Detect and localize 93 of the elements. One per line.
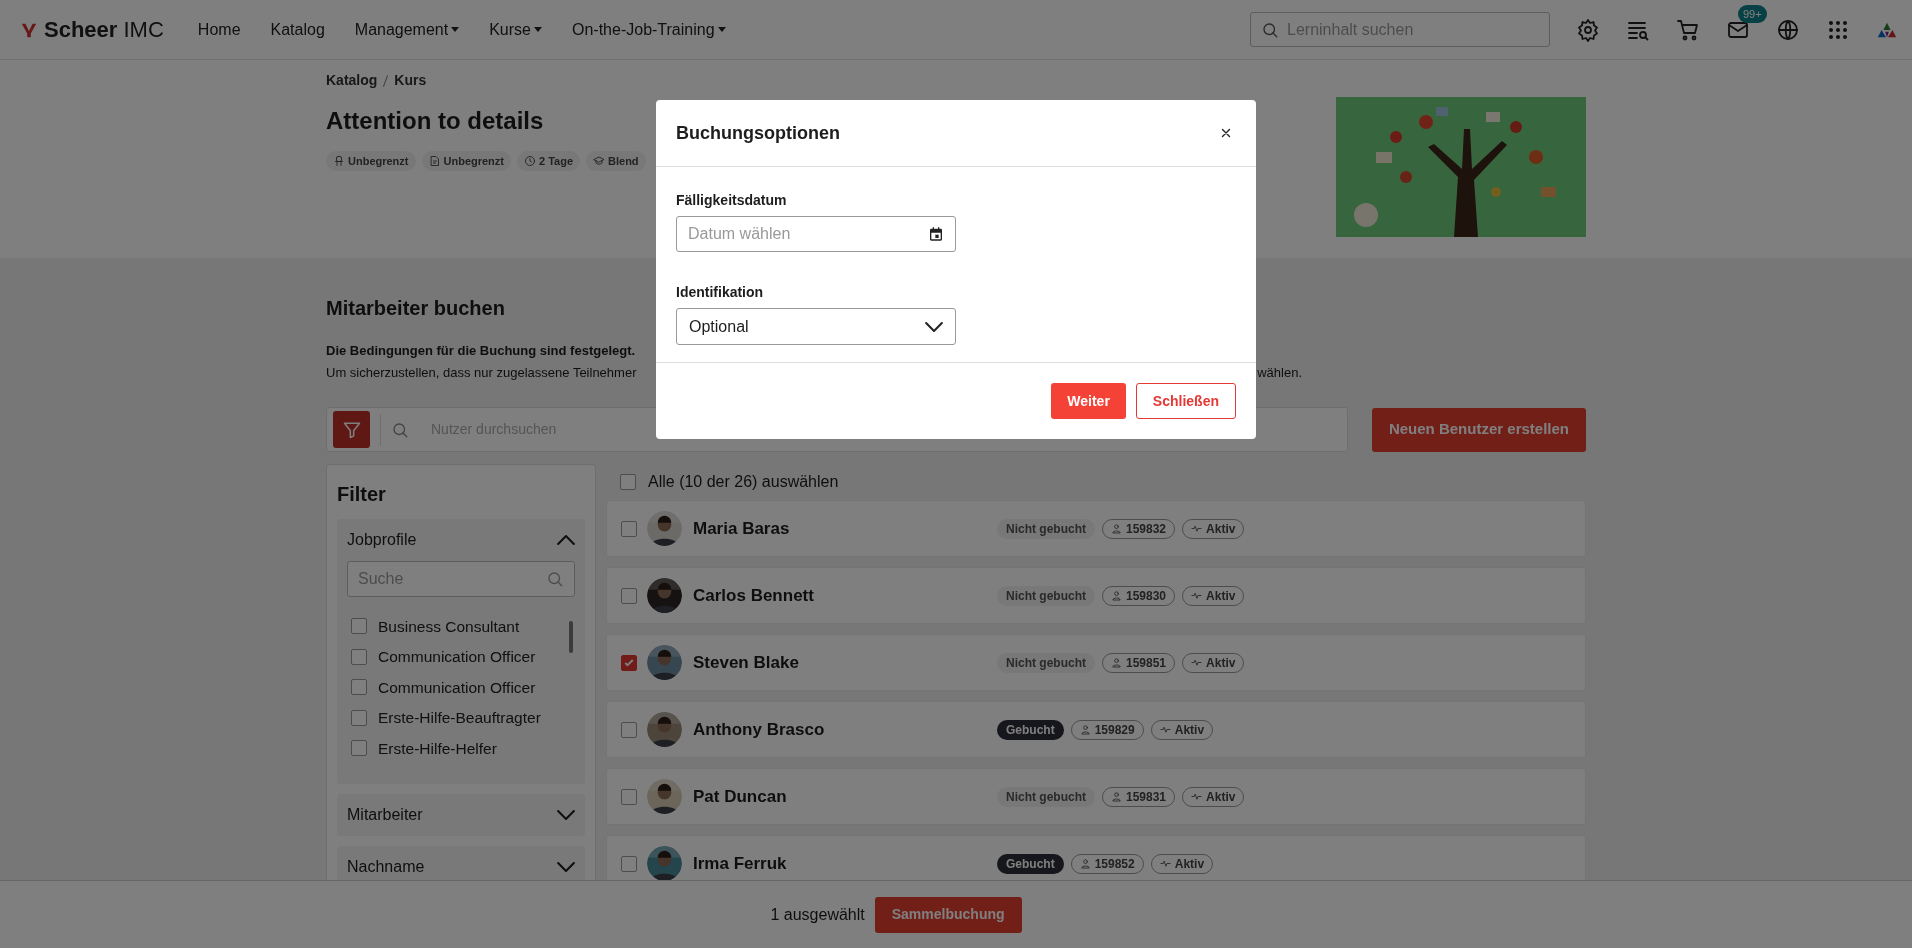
pulse-icon xyxy=(1191,523,1203,534)
checkbox[interactable] xyxy=(351,679,367,696)
checkbox[interactable] xyxy=(621,587,637,604)
filter-title: Filter xyxy=(337,482,387,507)
status-badge: Gebucht xyxy=(997,719,1064,740)
filter-option[interactable]: Erste-Hilfe-Beauftragter xyxy=(347,702,575,733)
close-icon xyxy=(1219,126,1233,140)
select-all-option[interactable]: Alle (10 der 26) auswählen xyxy=(606,464,1586,500)
person-icon xyxy=(1111,791,1122,802)
notification-badge: 99+ xyxy=(1738,4,1767,23)
dialog-title: Buchungsoptionen xyxy=(676,121,840,145)
checkbox[interactable] xyxy=(620,474,636,490)
checkbox[interactable] xyxy=(351,740,367,757)
settings-icon xyxy=(1576,17,1600,42)
checkbox[interactable] xyxy=(621,788,637,805)
checkbox[interactable] xyxy=(351,618,367,635)
seat-icon xyxy=(333,155,345,167)
status-badge: Nicht gebucht xyxy=(997,585,1095,606)
checkbox[interactable] xyxy=(351,709,367,726)
filter-button[interactable] xyxy=(333,411,370,448)
breadcrumb-link[interactable]: Katalog xyxy=(326,70,378,91)
user-name: Irma Ferruk xyxy=(693,852,788,875)
user-name: Pat Duncan xyxy=(693,785,788,808)
bulk-booking-button[interactable]: Sammelbuchung xyxy=(874,896,1022,933)
graduation-cap-icon xyxy=(593,155,606,167)
conditions-heading: Die Bedingungen für die Buchung sind festgelegt. xyxy=(326,342,637,360)
status-badge: Gebucht xyxy=(997,853,1064,874)
calendar-icon xyxy=(928,226,944,242)
info-chip: Unbegrenzt xyxy=(326,151,416,171)
info-chip: 2 Tage xyxy=(517,151,581,171)
user-row[interactable]: Maria Baras Nicht gebucht 159832 Aktiv xyxy=(606,500,1586,557)
selection-count: 1 ausgewählt xyxy=(770,904,865,925)
status-badge: Nicht gebucht xyxy=(997,786,1095,807)
select-field[interactable]: Optional xyxy=(676,308,956,345)
page-title: Attention to details xyxy=(326,106,545,136)
checkbox[interactable] xyxy=(621,654,637,671)
status-badge: Nicht gebucht xyxy=(997,518,1095,539)
status-badge: Nicht gebucht xyxy=(997,652,1095,673)
globe-icon xyxy=(1776,17,1800,42)
search-icon xyxy=(1261,20,1279,39)
search-icon xyxy=(391,420,409,439)
checkbox[interactable] xyxy=(621,855,637,872)
user-row[interactable]: Anthony Brasco Gebucht 159829 Aktiv xyxy=(606,701,1586,758)
search-icon xyxy=(546,570,564,588)
dialog-button[interactable]: Weiter xyxy=(1051,383,1126,419)
checkbox[interactable] xyxy=(621,721,637,738)
section-title: Mitarbeiter buchen xyxy=(326,296,506,321)
pulse-icon xyxy=(1191,791,1203,802)
user-name: Maria Baras xyxy=(693,517,791,540)
create-user-button[interactable]: Neuen Benutzer erstellen xyxy=(1371,407,1586,452)
user-name: Carlos Bennett xyxy=(693,584,815,607)
nav-link[interactable]: Kurse xyxy=(489,17,542,42)
breadcrumb-link[interactable]: Kurs xyxy=(394,70,427,91)
dialog-button[interactable]: Schließen xyxy=(1135,383,1236,419)
conditions-text: Um sicherzustellen, dass nur zugelassene Teilnehmer xyxy=(326,363,637,382)
cart-icon xyxy=(1676,17,1700,42)
user-row[interactable]: Carlos Bennett Nicht gebucht 159830 Aktiv xyxy=(606,567,1586,624)
field-label: Identifikation xyxy=(676,283,765,302)
filter-option[interactable]: Erste-Hilfe-Helfer xyxy=(347,733,575,764)
pulse-icon xyxy=(1191,590,1203,601)
person-icon xyxy=(1079,724,1091,735)
user-name: Steven Blake xyxy=(693,651,800,674)
date-input[interactable]: Datum wählen xyxy=(688,222,928,246)
nav-link[interactable]: Katalog xyxy=(270,17,325,42)
person-icon xyxy=(1111,590,1122,601)
filter-option[interactable]: Communication Officer xyxy=(347,672,575,703)
pulse-icon xyxy=(1159,858,1171,869)
document-icon xyxy=(428,155,441,167)
checkbox[interactable] xyxy=(621,520,637,537)
filter-option[interactable]: Communication Officer xyxy=(347,641,575,672)
scrollbar[interactable] xyxy=(569,621,573,653)
user-row[interactable]: Pat Duncan Nicht gebucht 159831 Aktiv xyxy=(606,768,1586,825)
person-icon xyxy=(1111,657,1122,668)
pulse-icon xyxy=(1191,657,1203,668)
field-label: Fälligkeitsdatum xyxy=(676,191,788,210)
pulse-icon xyxy=(1159,724,1171,735)
person-icon xyxy=(1079,858,1091,869)
nav-link[interactable]: Management xyxy=(354,17,460,42)
nav-link[interactable]: On-the-Job-Training xyxy=(572,17,726,42)
logo-text[interactable]: Scheer IMC xyxy=(44,13,164,46)
date-field[interactable]: Datum wählen xyxy=(676,216,956,252)
filter-option[interactable]: Business Consultant xyxy=(347,611,575,642)
section-toggle[interactable]: Mitarbeiter xyxy=(347,793,575,836)
clock-icon xyxy=(524,155,536,167)
user-row[interactable]: Steven Blake Nicht gebucht 159851 Aktiv xyxy=(606,634,1586,691)
person-icon xyxy=(1111,523,1122,534)
info-chip: Blend xyxy=(586,151,646,171)
section-toggle[interactable]: Jobprofile xyxy=(347,519,575,561)
checkbox[interactable] xyxy=(351,648,367,665)
conditions-text: wählen. xyxy=(1257,363,1302,382)
user-name: Anthony Brasco xyxy=(693,718,826,741)
info-chip: Unbegrenzt xyxy=(421,151,511,171)
nav-link[interactable]: Home xyxy=(197,17,241,42)
